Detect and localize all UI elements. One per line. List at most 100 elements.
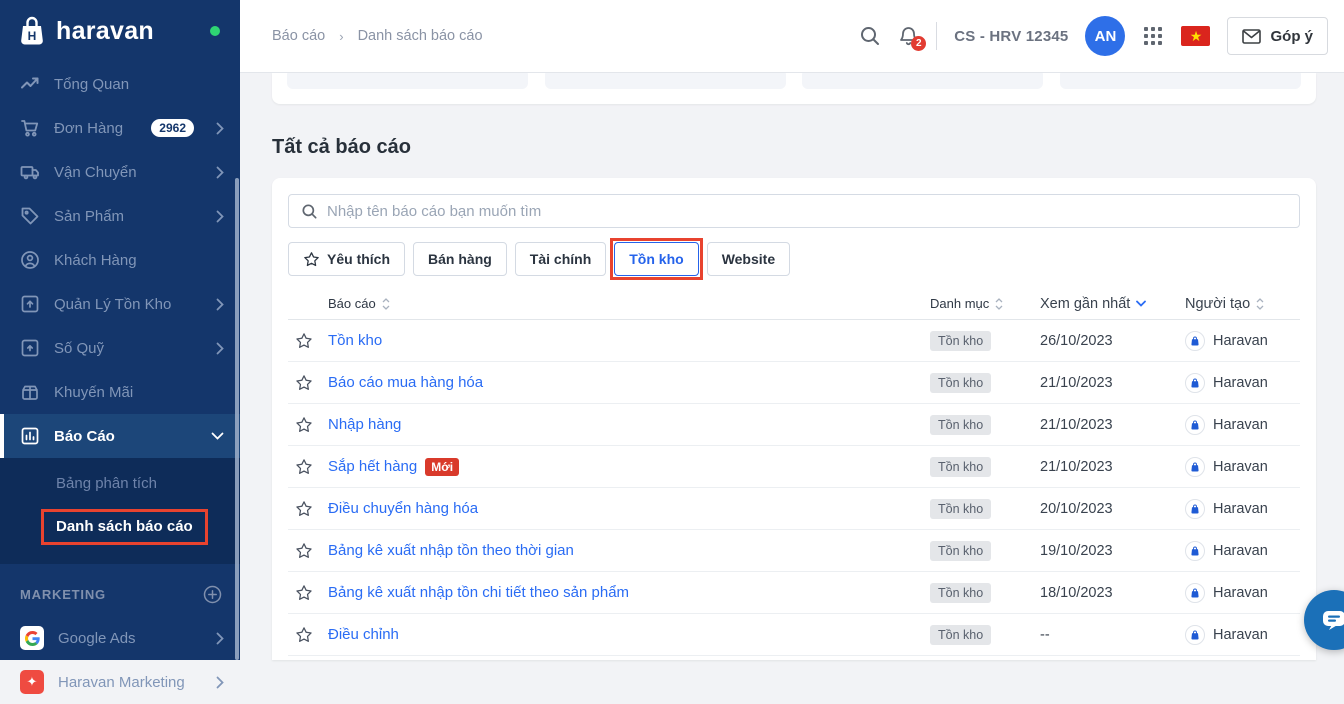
breadcrumb-bao-cao[interactable]: Báo cáo [272, 28, 325, 44]
sidebar-item-label: Quản Lý Tồn Kho [54, 295, 172, 313]
search-icon[interactable] [859, 25, 881, 47]
category-badge: Tồn kho [930, 414, 992, 435]
report-link[interactable]: Điều chỉnh [328, 626, 399, 643]
bao-cao-submenu: Bảng phân tích Danh sách báo cáo [0, 458, 240, 564]
sidebar-item-khuyen-mai[interactable]: Khuyến Mãi [0, 370, 240, 414]
report-link[interactable]: Sắp hết hàng [328, 458, 417, 475]
main-content: Tất cả báo cáo Yêu thích Bán hàng Tài ch… [240, 73, 1344, 660]
chevron-right-icon [216, 298, 224, 311]
column-xem-gan-nhat[interactable]: Xem gần nhất [1040, 296, 1185, 312]
column-bao-cao[interactable]: Báo cáo [328, 296, 390, 311]
notification-count-badge: 2 [911, 36, 927, 51]
report-search-box [288, 194, 1300, 228]
summary-cards-partial [272, 73, 1316, 104]
tag-icon [20, 206, 40, 226]
filter-tai-chinh[interactable]: Tài chính [514, 242, 607, 276]
report-link[interactable]: Điều chuyển hàng hóa [328, 500, 478, 517]
last-viewed-date: 21/10/2023 [1040, 416, 1113, 433]
customer-icon [20, 250, 40, 270]
sidebar-item-haravan-marketing[interactable]: ✦ Haravan Marketing [0, 660, 240, 704]
category-badge: Tồn kho [930, 540, 992, 561]
column-danh-muc[interactable]: Danh mục [930, 296, 1003, 311]
haravan-logo-icon [1185, 414, 1205, 435]
filter-ban-hang[interactable]: Bán hàng [413, 242, 507, 276]
favorite-star-icon[interactable] [295, 458, 313, 476]
sidebar-item-don-hang[interactable]: Đơn Hàng 2962 [0, 106, 240, 150]
submenu-item-bang-phan-tich[interactable]: Bảng phân tích [0, 468, 240, 499]
sidebar-item-label: Haravan Marketing [58, 673, 185, 691]
filter-yeu-thich[interactable]: Yêu thích [288, 242, 406, 276]
chat-bubble-icon [1321, 609, 1344, 631]
sidebar-item-google-ads[interactable]: Google Ads [0, 616, 240, 660]
table-row: Điều chuyển hàng hóa Tồn kho 20/10/2023 … [288, 488, 1300, 530]
report-link[interactable]: Bảng kê xuất nhập tồn theo thời gian [328, 542, 574, 559]
new-badge: Mới [425, 457, 460, 476]
category-badge: Tồn kho [930, 624, 992, 645]
logo-text: haravan [56, 16, 154, 45]
sidebar-item-quan-ly-ton-kho[interactable]: Quản Lý Tồn Kho [0, 282, 240, 326]
sidebar-item-label: Đơn Hàng [54, 119, 124, 137]
vietnam-flag-icon[interactable]: ★ [1181, 26, 1211, 46]
breadcrumb-danh-sach-bao-cao[interactable]: Danh sách báo cáo [358, 28, 483, 44]
haravan-logo[interactable]: H haravan [0, 0, 240, 62]
table-row: Bảng kê xuất nhập tồn chi tiết theo sản … [288, 572, 1300, 614]
sort-icon [995, 297, 1003, 310]
haravan-logo-icon [1185, 498, 1205, 519]
add-channel-icon[interactable] [203, 585, 222, 604]
sidebar-scrollbar[interactable] [235, 178, 239, 660]
favorite-star-icon[interactable] [295, 332, 313, 350]
favorite-star-icon[interactable] [295, 584, 313, 602]
favorite-star-icon[interactable] [295, 500, 313, 518]
column-nguoi-tao[interactable]: Người tạo [1185, 296, 1264, 312]
table-row: Bảng kê xuất nhập tồn theo thời gian Tồn… [288, 530, 1300, 572]
report-icon [20, 426, 40, 446]
sidebar-item-khach-hang[interactable]: Khách Hàng [0, 238, 240, 282]
creator-name: Haravan [1213, 542, 1268, 559]
avatar[interactable]: AN [1085, 16, 1126, 56]
favorite-star-icon[interactable] [295, 626, 313, 644]
report-link[interactable]: Bảng kê xuất nhập tồn chi tiết theo sản … [328, 584, 629, 601]
inventory-icon [20, 294, 40, 314]
report-search-input[interactable] [327, 202, 1287, 220]
last-viewed-date: -- [1040, 626, 1050, 643]
sidebar-item-label: Google Ads [58, 629, 136, 647]
truck-icon [20, 162, 40, 182]
google-ads-icon [20, 626, 44, 650]
sidebar-item-tong-quan[interactable]: Tổng Quan [0, 62, 240, 106]
filter-website[interactable]: Website [706, 242, 791, 276]
header-divider [936, 22, 938, 50]
marketing-section-header: MARKETING [0, 572, 240, 616]
search-icon [301, 203, 318, 220]
svg-text:H: H [28, 29, 37, 43]
creator-name: Haravan [1213, 416, 1268, 433]
submenu-item-danh-sach-bao-cao[interactable]: Danh sách báo cáo [0, 499, 240, 552]
favorite-star-icon[interactable] [295, 542, 313, 560]
sidebar-item-van-chuyen[interactable]: Vận Chuyển [0, 150, 240, 194]
filter-label: Tồn kho [629, 251, 684, 267]
chevron-right-icon [216, 676, 224, 689]
star-icon [303, 251, 320, 268]
filter-label: Tài chính [529, 251, 592, 267]
filter-ton-kho[interactable]: Tồn kho [610, 238, 703, 280]
cart-icon [20, 118, 40, 138]
filter-tabs: Yêu thích Bán hàng Tài chính Tồn kho Web… [288, 238, 1300, 280]
feedback-label: Góp ý [1270, 27, 1313, 45]
notification-bell-icon[interactable]: 2 [898, 25, 927, 51]
report-link[interactable]: Tồn kho [328, 332, 382, 349]
promotion-icon [20, 382, 40, 402]
summary-card [802, 73, 1043, 89]
favorite-star-icon[interactable] [295, 374, 313, 392]
sidebar-item-bao-cao[interactable]: Báo Cáo [0, 414, 240, 458]
sidebar-item-san-pham[interactable]: Sản Phẩm [0, 194, 240, 238]
favorite-star-icon[interactable] [295, 416, 313, 434]
apps-grid-icon[interactable] [1142, 25, 1164, 47]
page-title: Tất cả báo cáo [272, 136, 411, 158]
creator-name: Haravan [1213, 584, 1268, 601]
sidebar-item-so-quy[interactable]: Số Quỹ [0, 326, 240, 370]
chevron-down-icon [211, 432, 224, 440]
table-row: Tồn kho Tồn kho 26/10/2023 Haravan [288, 320, 1300, 362]
chevron-right-icon [216, 632, 224, 645]
report-link[interactable]: Báo cáo mua hàng hóa [328, 374, 483, 391]
feedback-button[interactable]: Góp ý [1227, 17, 1328, 55]
report-link[interactable]: Nhập hàng [328, 416, 401, 433]
